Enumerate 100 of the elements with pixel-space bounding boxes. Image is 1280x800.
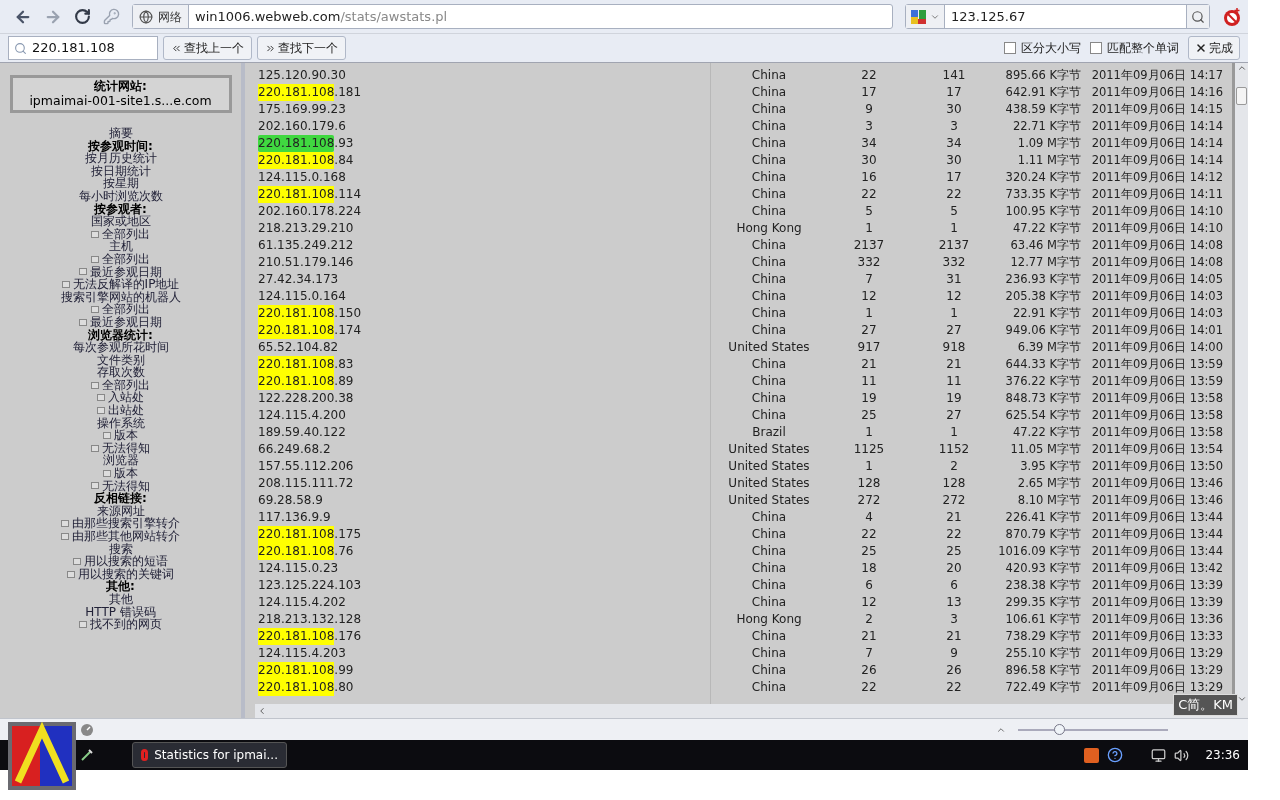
highlighted-match: 220.181.108 (258, 679, 335, 696)
sidebar-link[interactable]: 无法反解译的IP地址 (72, 278, 180, 291)
sidebar-link[interactable]: 由那些搜索引擎转介 (72, 517, 180, 530)
checkbox[interactable] (1004, 42, 1016, 54)
sidebar-link[interactable]: 浏览器 (102, 454, 139, 468)
sidebar-link[interactable]: 全部列出 (102, 303, 150, 316)
table-cell: 5 (950, 204, 958, 218)
scrollbar-thumb[interactable] (1236, 87, 1247, 105)
network-icon[interactable] (1151, 747, 1167, 763)
find-previous-button[interactable]: 查找上一个 (163, 36, 252, 60)
scroll-down-icon[interactable] (1236, 694, 1247, 704)
table-cell: 16 (861, 170, 877, 184)
table-cell: 124.115.4.203 (258, 645, 346, 662)
sidebar-link[interactable]: 国家或地区 (90, 215, 151, 228)
sidebar-link[interactable]: 搜索 (108, 542, 133, 556)
sidebar-link[interactable]: 全部列出 (102, 252, 150, 266)
help-icon[interactable] (1107, 747, 1124, 763)
table-cell: Hong Kong (736, 221, 802, 235)
table-cell: 2011年09月06日 13:39 (1091, 578, 1223, 592)
slider-thumb[interactable] (1053, 724, 1065, 735)
sidebar-link[interactable]: 每次参观所花时间 (72, 341, 169, 354)
sidebar-link[interactable]: 按日期统计 (90, 164, 151, 178)
table-cell: 128 (857, 476, 881, 490)
volume-icon[interactable] (1174, 747, 1190, 763)
speed-dial-icon[interactable] (80, 722, 94, 737)
done-button[interactable]: 完成 (1188, 36, 1240, 60)
highlighted-match: 220.181.108 (258, 628, 335, 645)
table-cell: 3 (865, 119, 873, 133)
search-field[interactable]: 123.125.67 (905, 4, 1210, 29)
zoom-slider[interactable] (1018, 723, 1168, 736)
sidebar-link[interactable]: 按星期 (102, 177, 139, 190)
taskbar-window-button[interactable]: Statistics for ipmai... (132, 742, 287, 768)
app-tray-icon[interactable] (1084, 747, 1100, 763)
broom-icon[interactable] (80, 748, 94, 762)
table-cell: 123.125.224.103 (258, 577, 362, 594)
vertical-scrollbar[interactable] (1235, 63, 1248, 704)
find-field[interactable]: 220.181.108 (8, 36, 158, 60)
key-icon[interactable] (103, 8, 120, 25)
table-cell: 2011年09月06日 13:59 (1091, 374, 1223, 388)
sidebar-link[interactable]: 用以搜索的短语 (84, 555, 168, 568)
table-cell: China (751, 561, 787, 575)
reload-icon[interactable] (74, 8, 91, 25)
scroll-up-icon[interactable] (1236, 63, 1247, 73)
sidebar-link[interactable]: 入站处 (108, 391, 144, 405)
sidebar-link[interactable]: 来源网址 (96, 504, 145, 518)
table-cell: 2011年09月06日 13:33 (1091, 629, 1223, 643)
table-cell: 2011年09月06日 13:46 (1091, 476, 1223, 490)
clock: 23:36 (1205, 747, 1240, 764)
sidebar-link[interactable]: 主机 (108, 240, 133, 253)
sidebar-link[interactable]: 全部列出 (102, 378, 150, 392)
highlighted-match: 220.181.108 (258, 356, 335, 373)
sidebar-link[interactable]: 搜索引擎网站的机器人 (60, 290, 181, 304)
table-cell: 202.160.178.224 (258, 203, 362, 220)
adblock-icon[interactable] (1222, 6, 1242, 27)
host-suffix: .99 (334, 662, 354, 679)
table-cell: 25 (946, 544, 962, 558)
highlighted-match: 220.181.108 (258, 84, 335, 101)
sidebar-link[interactable]: 最近参观日期 (90, 315, 162, 329)
sidebar-link[interactable]: HTTP 错误码 (85, 605, 156, 619)
sidebar-link[interactable]: 按月历史统计 (84, 152, 157, 165)
sidebar-link[interactable]: 摘要 (108, 127, 133, 140)
table-cell: China (751, 187, 787, 201)
checkbox-label: 区分大小写 (1021, 40, 1081, 57)
sidebar-link[interactable]: 用以搜索的关键词 (78, 567, 174, 581)
table-cell: 918 (942, 340, 966, 354)
table-cell: China (751, 578, 787, 592)
sidebar-link[interactable]: 出站处 (108, 404, 144, 417)
table-cell: China (751, 510, 787, 524)
sidebar-link[interactable]: 每小时浏览次数 (78, 189, 163, 203)
address-bar[interactable]: 网络 win1006.webweb.com/stats/awstats.pl (132, 4, 893, 29)
table-cell: China (751, 85, 787, 99)
url-path: /stats/awstats.pl (340, 7, 448, 26)
browser-icon (141, 749, 149, 761)
scroll-left-icon[interactable] (257, 706, 267, 716)
sidebar-link[interactable]: 最近参观日期 (90, 265, 162, 279)
table-cell: 7 (865, 646, 873, 660)
table-cell: 12.77 M字节 (1010, 255, 1081, 269)
find-next-button[interactable]: 查找下一个 (257, 36, 346, 60)
sidebar-link[interactable]: 操作系统 (96, 416, 145, 430)
table-cell: 22 (861, 527, 877, 541)
table-cell: 27 (861, 323, 877, 337)
table-cell: 21 (946, 357, 962, 371)
sidebar-link[interactable]: 全部列出 (102, 227, 150, 241)
sidebar-link[interactable]: 存取次数 (96, 366, 145, 379)
sidebar-link[interactable]: 文件类别 (96, 353, 145, 367)
sidebar-link[interactable]: 版本 (114, 467, 138, 480)
table-cell: 2011年09月06日 13:29 (1091, 646, 1223, 660)
highlighted-match: 220.181.108 (258, 373, 335, 390)
sidebar-link[interactable]: 找不到的网页 (90, 618, 162, 631)
table-cell: 19 (946, 391, 962, 405)
search-icon[interactable] (1191, 9, 1205, 24)
sidebar-link[interactable]: 其他 (108, 592, 133, 606)
sidebar-link[interactable]: 版本 (114, 429, 138, 442)
table-cell: 420.93 K字节 (1005, 561, 1081, 575)
table-cell: China (751, 408, 787, 422)
table-cell: 3.95 K字节 (1020, 459, 1081, 473)
sidebar-link[interactable]: 由那些其他网站转介 (72, 530, 180, 543)
checkbox[interactable] (1090, 42, 1102, 54)
sidebar-link[interactable]: 无法得知 (102, 441, 150, 455)
table-cell: 25 (861, 408, 877, 422)
